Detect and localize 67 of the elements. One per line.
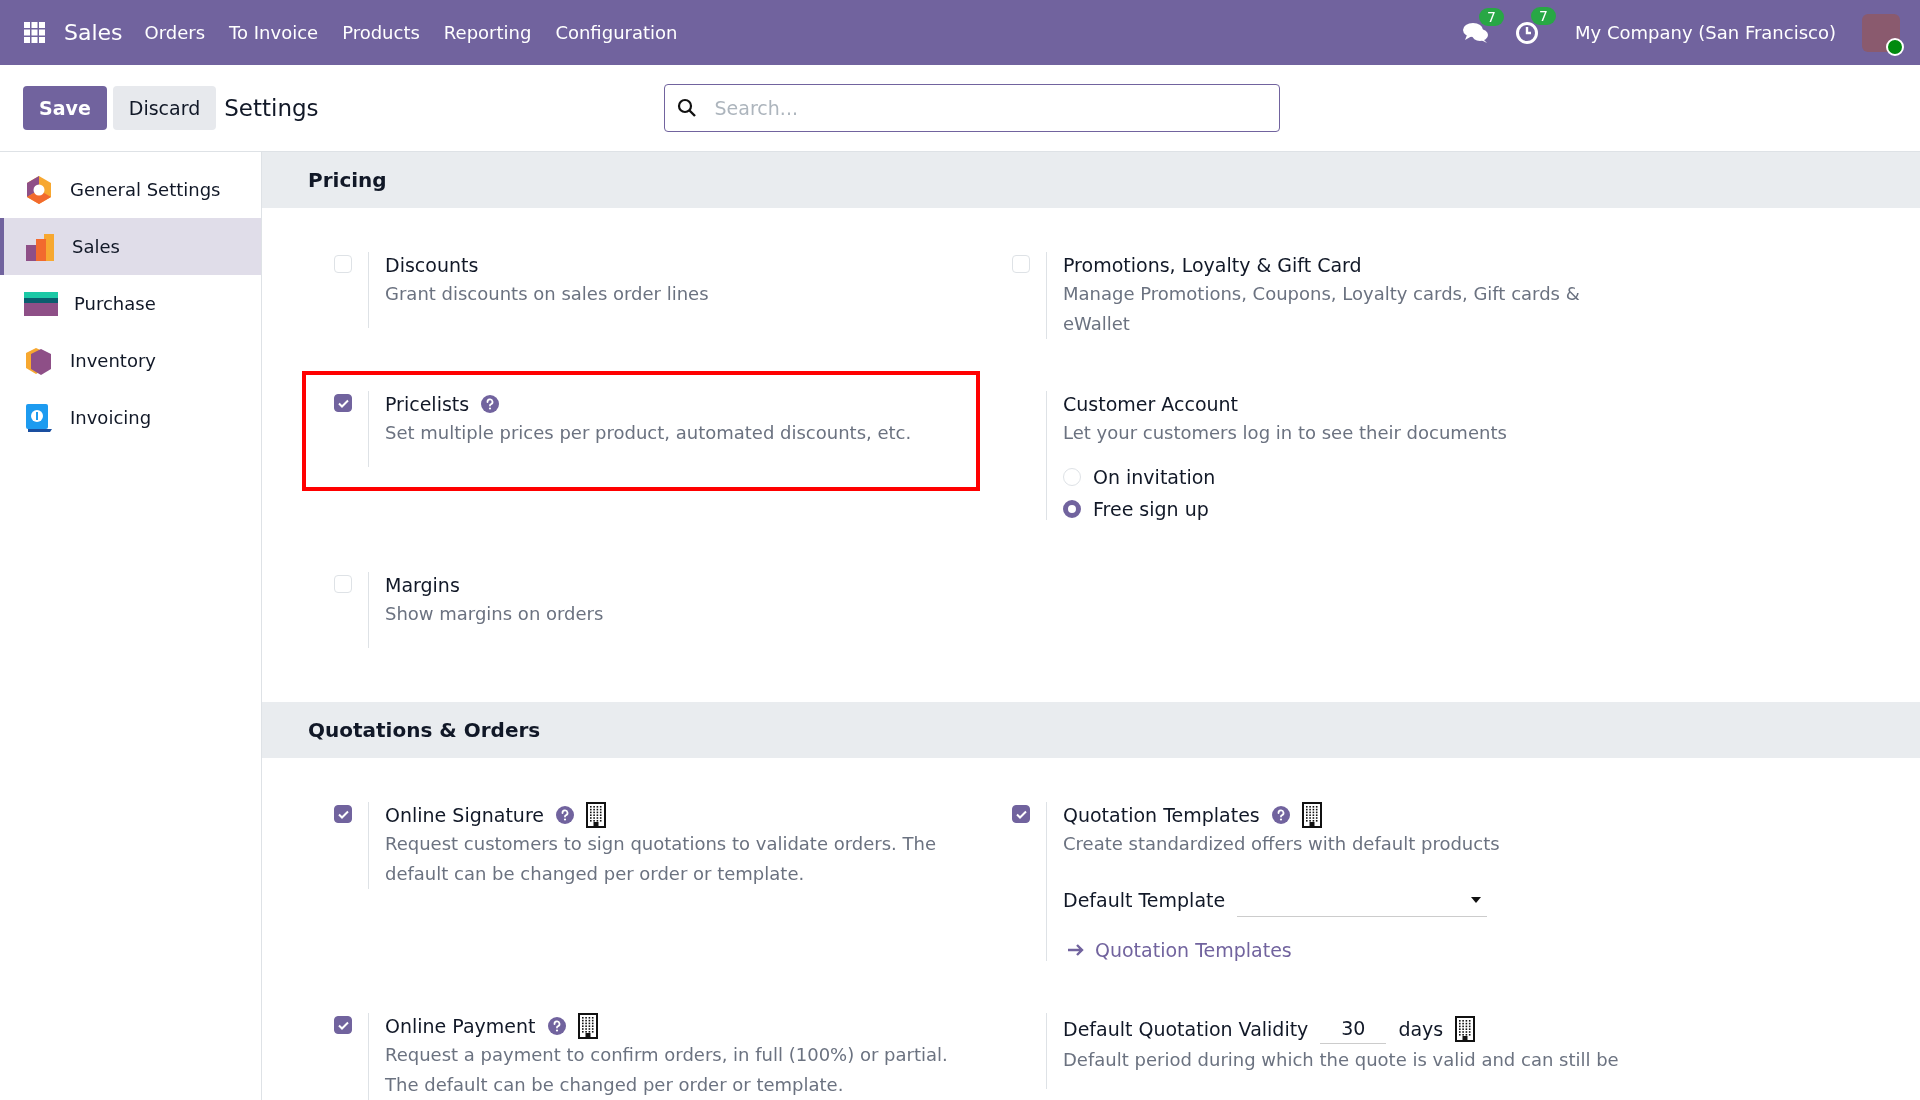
setting-title: Promotions, Loyalty & Gift Card [1063,254,1362,276]
field-label: Default Template [1063,889,1226,911]
setting-title: Pricelists [385,393,470,415]
help-icon[interactable] [556,806,574,824]
sidebar-item[interactable]: Invoicing [0,389,261,446]
radio-option[interactable]: Free sign up [1063,498,1642,520]
card-icon [24,291,58,316]
help-icon[interactable] [547,1017,566,1035]
setting-description: Request a payment to confirm orders, in full (100%) or partial. The default can be changed per order or template. [385,1043,949,1097]
unit-label: days [1398,1017,1444,1040]
notification-badge: 7 [1479,7,1504,26]
company-name[interactable]: My Company (San Francisco) [1575,22,1836,43]
notification-badge: 7 [1531,6,1556,25]
help-icon[interactable] [481,395,500,413]
clock-icon[interactable] [1515,20,1540,45]
chat-icon[interactable] [1463,21,1490,44]
check-icon [337,398,349,408]
arrow-right-icon [1067,943,1085,957]
setting-description: Default period during which the quote is valid and can still be [1063,1048,1620,1072]
setting-description: Set multiple prices per product, automated discounts, etc. [385,421,913,445]
checkbox[interactable] [334,394,352,412]
check-icon [337,1020,349,1030]
check-icon [1015,809,1027,819]
setting-description: Request customers to sign quotations to validate orders. The default can be changed per order or template. [385,832,938,886]
menu-item[interactable]: Configuration [555,22,678,43]
checkbox[interactable] [334,1016,352,1034]
link[interactable]: Quotation Templates [1063,939,1292,961]
sidebar-item[interactable]: Purchase [0,275,261,332]
setting-title: Discounts [385,254,479,276]
setting-title: Margins [385,574,460,596]
setting-description: Create standardized offers with default products [1063,832,1501,856]
setting-title: Customer Account [1063,393,1239,415]
search-field[interactable]: Search... [663,84,1280,132]
sidebar-item[interactable]: Inventory [0,332,261,389]
save-button[interactable]: Save [23,86,107,130]
setting-title: Online Payment [385,1015,536,1037]
bar-chart-icon [24,231,56,262]
help-icon[interactable] [1271,806,1290,824]
apps-grid-icon[interactable] [24,21,46,44]
search-icon [676,98,697,118]
setting-title: Quotation Templates [1063,804,1260,826]
setting-description: Grant discounts on sales order lines [385,282,710,306]
setting-description: Show margins on orders [385,602,605,626]
setting-description: Let your customers log in to see their documents [1063,421,1508,445]
hexagon-ring-icon [24,174,54,205]
radio-option[interactable]: On invitation [1063,466,1642,488]
number-field[interactable]: 30 [1320,1013,1387,1044]
checkbox[interactable] [334,805,352,823]
menu-item[interactable]: Reporting [443,22,532,43]
caret-icon [1471,896,1482,903]
page-title: Settings [224,95,319,121]
cube-icon [24,345,54,376]
checkbox[interactable] [1012,805,1030,823]
section-header: Quotations & Orders [262,702,1920,758]
setting-description: Manage Promotions, Coupons, Loyalty cards, Gift cards & eWallet [1063,282,1581,336]
discard-button[interactable]: Discard [112,86,217,130]
sidebar-item[interactable]: General Settings [0,161,261,218]
check-icon [337,809,349,819]
setting-title: Online Signature [385,804,544,826]
menu-item[interactable]: Products [342,22,420,43]
setting-title: Default Quotation Validity [1063,1017,1309,1040]
section-header: Pricing [262,152,1920,208]
menu-item[interactable]: To Invoice [229,22,319,43]
app-name[interactable]: Sales [64,20,123,45]
invoice-icon [24,402,54,433]
sidebar-item[interactable]: Sales [0,218,261,275]
menu-item[interactable]: Orders [144,22,206,43]
